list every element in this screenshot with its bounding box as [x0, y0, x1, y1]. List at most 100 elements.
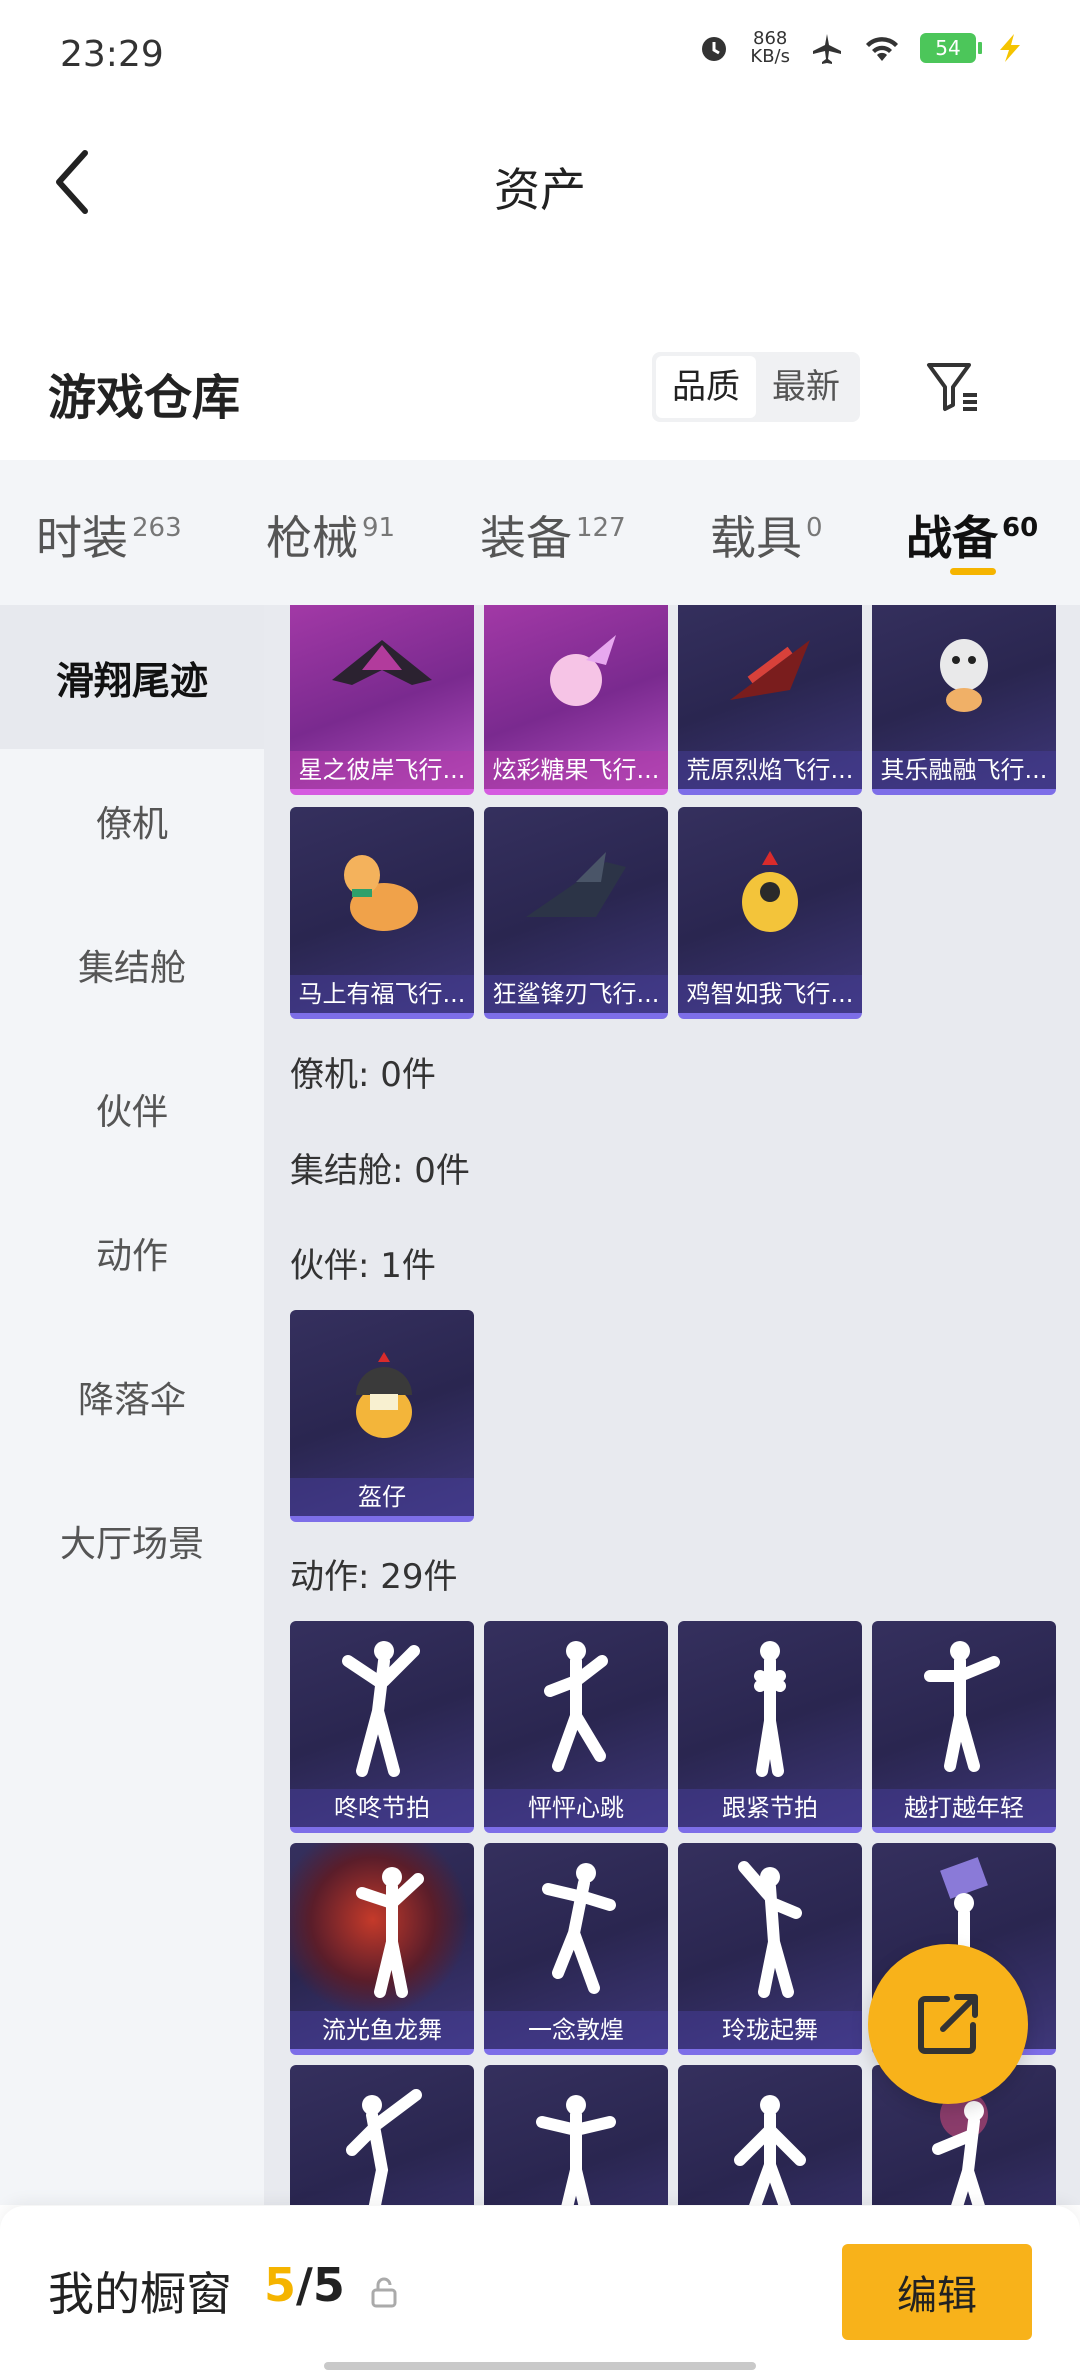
item-label: 玲珑起舞	[678, 2011, 862, 2049]
airplane-icon	[813, 34, 841, 64]
shark-icon	[484, 807, 668, 977]
tab-label: 时装	[36, 511, 128, 565]
glide-item-card[interactable]: 鸡智如我飞行...	[678, 807, 862, 1019]
showcase-count-current: 5	[264, 2258, 297, 2312]
dancer-icon	[678, 1621, 862, 1791]
item-label: 鸡智如我飞行...	[678, 975, 862, 1013]
dancer-icon	[484, 1843, 668, 2013]
dancer-icon	[290, 1843, 474, 2013]
emote-item-card[interactable]: 玲珑起舞	[678, 1843, 862, 2055]
category-tabs: 时装 263 枪械 91 装备 127 载具 0 战备 60	[0, 460, 1080, 605]
side-item-parachute[interactable]: 降落伞	[0, 1325, 264, 1469]
side-item-emote[interactable]: 动作	[0, 1181, 264, 1325]
item-label: 一念敦煌	[484, 2011, 668, 2049]
item-label: 荒原烈焰飞行...	[678, 751, 862, 789]
showcase-bar: 我的橱窗 5/5 编辑	[0, 2206, 1080, 2376]
status-bar: 23:29 868 KB/s 54	[0, 0, 1080, 112]
tab-count: 91	[362, 513, 396, 543]
jet-icon	[290, 605, 474, 745]
wifi-icon	[866, 37, 898, 61]
side-item-partner[interactable]: 伙伴	[0, 1037, 264, 1181]
item-label: 盔仔	[290, 1478, 474, 1516]
tab-guns[interactable]: 枪械 91	[266, 502, 395, 568]
section-wingman-count: 僚机: 0件	[290, 1055, 436, 1095]
dancer-icon	[678, 2065, 862, 2205]
glide-item-card[interactable]: 马上有福飞行...	[290, 807, 474, 1019]
tab-label: 枪械	[266, 511, 358, 565]
emote-item-card[interactable]	[290, 2065, 474, 2205]
side-item-lobby[interactable]: 大厅场景	[0, 1469, 264, 1613]
item-label: 星之彼岸飞行...	[290, 751, 474, 789]
partner-item-card[interactable]: 盔仔	[290, 1310, 474, 1522]
dancer-icon	[290, 2065, 474, 2205]
tab-prep[interactable]: 战备 60	[906, 502, 1038, 568]
item-label: 狂鲨锋刃飞行...	[484, 975, 668, 1013]
tab-fashion[interactable]: 时装 263	[36, 502, 182, 568]
item-label: 流光鱼龙舞	[290, 2011, 474, 2049]
flame-jet-icon	[678, 605, 862, 745]
sort-toggle: 品质 最新	[652, 352, 860, 422]
net-speed-unit: KB/s	[750, 46, 790, 67]
section-emote-count: 动作: 29件	[290, 1557, 458, 1597]
glide-item-card[interactable]: 狂鲨锋刃飞行...	[484, 807, 668, 1019]
candy-icon	[484, 605, 668, 745]
penguin-icon	[872, 605, 1056, 745]
tab-label: 装备	[480, 511, 572, 565]
external-link-icon	[918, 1994, 978, 2054]
glide-item-card[interactable]: 其乐融融飞行...	[872, 605, 1056, 795]
tab-label: 战备	[906, 511, 998, 565]
dancer-icon	[484, 2065, 668, 2205]
warehouse-row: 游戏仓库 品质 最新	[0, 330, 1080, 450]
tab-count: 0	[806, 513, 823, 543]
item-label: 跟紧节拍	[678, 1789, 862, 1827]
emote-item-card[interactable]: 流光鱼龙舞	[290, 1843, 474, 2055]
emote-item-card[interactable]: 一念敦煌	[484, 1843, 668, 2055]
section-pod-count: 集结舱: 0件	[290, 1151, 470, 1191]
glide-item-card[interactable]: 炫彩糖果飞行...	[484, 605, 668, 795]
emote-item-card[interactable]: 怦怦心跳	[484, 1621, 668, 1833]
sort-newest-button[interactable]: 最新	[756, 356, 856, 418]
side-item-glide-trail[interactable]: 滑翔尾迹	[0, 605, 264, 749]
app-header: 资产	[0, 112, 1080, 252]
filter-button[interactable]	[918, 352, 988, 422]
side-item-wingman[interactable]: 僚机	[0, 749, 264, 893]
side-nav: 滑翔尾迹 僚机 集结舱 伙伴 动作 降落伞 大厅场景	[0, 605, 264, 2205]
tab-equipment[interactable]: 装备 127	[480, 502, 626, 568]
horse-icon	[290, 807, 474, 977]
tab-vehicles[interactable]: 载具 0	[710, 502, 823, 568]
sort-quality-button[interactable]: 品质	[656, 356, 756, 418]
emote-item-card[interactable]: 咚咚节拍	[290, 1621, 474, 1833]
glide-item-card[interactable]: 星之彼岸飞行...	[290, 605, 474, 795]
chicken-icon	[678, 807, 862, 977]
home-indicator[interactable]	[324, 2362, 756, 2370]
showcase-count: 5/5	[264, 2258, 345, 2312]
item-label: 其乐融融飞行...	[872, 751, 1056, 789]
charging-icon	[1000, 34, 1020, 62]
tab-count: 127	[576, 513, 626, 543]
tab-label: 载具	[710, 511, 802, 565]
active-tab-underline	[950, 568, 996, 575]
emote-item-card[interactable]: 越打越年轻	[872, 1621, 1056, 1833]
emote-item-card[interactable]	[484, 2065, 668, 2205]
showcase-count-total: /5	[296, 2258, 345, 2312]
net-speed: 868 KB/s	[750, 30, 790, 66]
status-icons: 868 KB/s 54	[698, 30, 1024, 66]
item-label: 怦怦心跳	[484, 1789, 668, 1827]
page-title: 资产	[494, 163, 586, 217]
emote-item-card[interactable]	[678, 2065, 862, 2205]
helmet-chick-icon	[290, 1310, 474, 1480]
tab-count: 263	[132, 513, 182, 543]
item-label: 马上有福飞行...	[290, 975, 474, 1013]
filter-icon	[927, 363, 977, 411]
item-label: 炫彩糖果飞行...	[484, 751, 668, 789]
share-fab[interactable]	[868, 1944, 1028, 2104]
item-label: 越打越年轻	[872, 1789, 1056, 1827]
tab-count: 60	[1002, 513, 1039, 543]
glide-item-card[interactable]: 荒原烈焰飞行...	[678, 605, 862, 795]
section-partner-count: 伙伴: 1件	[290, 1246, 436, 1286]
emote-item-card[interactable]: 跟紧节拍	[678, 1621, 862, 1833]
side-item-pod[interactable]: 集结舱	[0, 893, 264, 1037]
dancer-icon	[290, 1621, 474, 1791]
edit-button[interactable]: 编辑	[842, 2244, 1032, 2340]
showcase-title: 我的橱窗	[48, 2267, 232, 2321]
